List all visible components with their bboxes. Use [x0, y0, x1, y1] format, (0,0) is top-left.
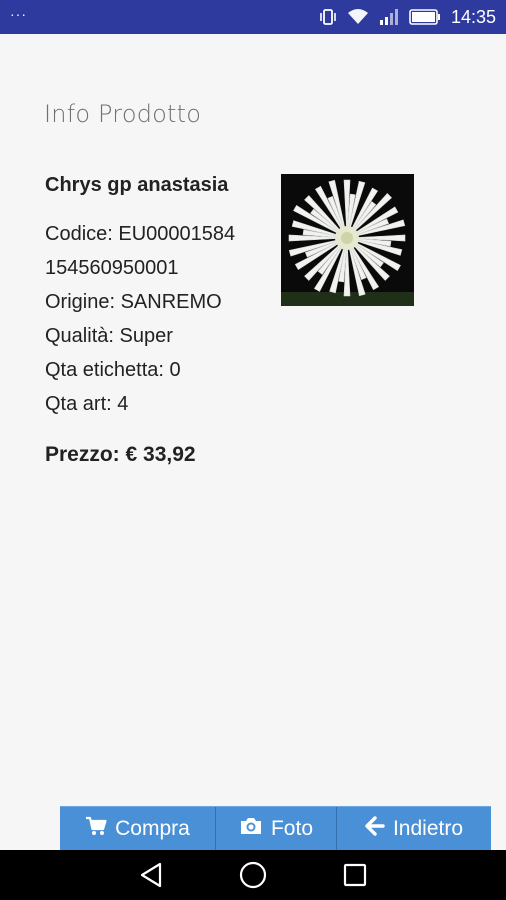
product-price: Prezzo: € 33,92 [45, 443, 196, 466]
vibrate-icon [319, 8, 337, 26]
signal-icon [379, 8, 399, 26]
cart-icon [85, 816, 107, 842]
foto-button[interactable]: Foto [216, 807, 337, 850]
action-bar: Compra Foto Indietro [60, 806, 491, 850]
status-bar: ··· 14:35 [0, 0, 506, 34]
arrow-left-icon [365, 815, 385, 842]
product-name: Chrys gp anastasia [45, 174, 229, 196]
product-info: Chrys gp anastasia Codice: EU00001584 15… [45, 174, 235, 467]
wifi-icon [347, 8, 369, 26]
camera-icon [239, 816, 263, 842]
product-codice: Codice: EU00001584 [45, 223, 236, 245]
chrysanthemum-image [281, 174, 414, 306]
recents-square-icon[interactable] [335, 855, 375, 895]
home-circle-icon[interactable] [233, 855, 273, 895]
product-qualita: Qualità: Super [45, 325, 173, 347]
status-icons: 14:35 [319, 7, 496, 28]
foto-label: Foto [270, 816, 314, 840]
status-menu-dots: ··· [10, 6, 27, 22]
back-triangle-icon[interactable] [131, 855, 171, 895]
indietro-label: Indietro [392, 816, 464, 840]
status-time: 14:35 [450, 6, 496, 27]
battery-icon [409, 9, 441, 25]
page-title: Info Prodotto [44, 100, 202, 128]
compra-label: Compra [115, 816, 190, 840]
product-qta-etichetta: Qta etichetta: 0 [45, 359, 181, 381]
product-barcode: 154560950001 [45, 257, 179, 279]
product-qta-art: Qta art: 4 [45, 393, 129, 415]
product-image[interactable] [281, 174, 414, 306]
compra-button[interactable]: Compra [60, 807, 216, 850]
navigation-bar [0, 850, 506, 900]
indietro-button[interactable]: Indietro [337, 807, 491, 850]
product-origine: Origine: SANREMO [45, 291, 222, 313]
